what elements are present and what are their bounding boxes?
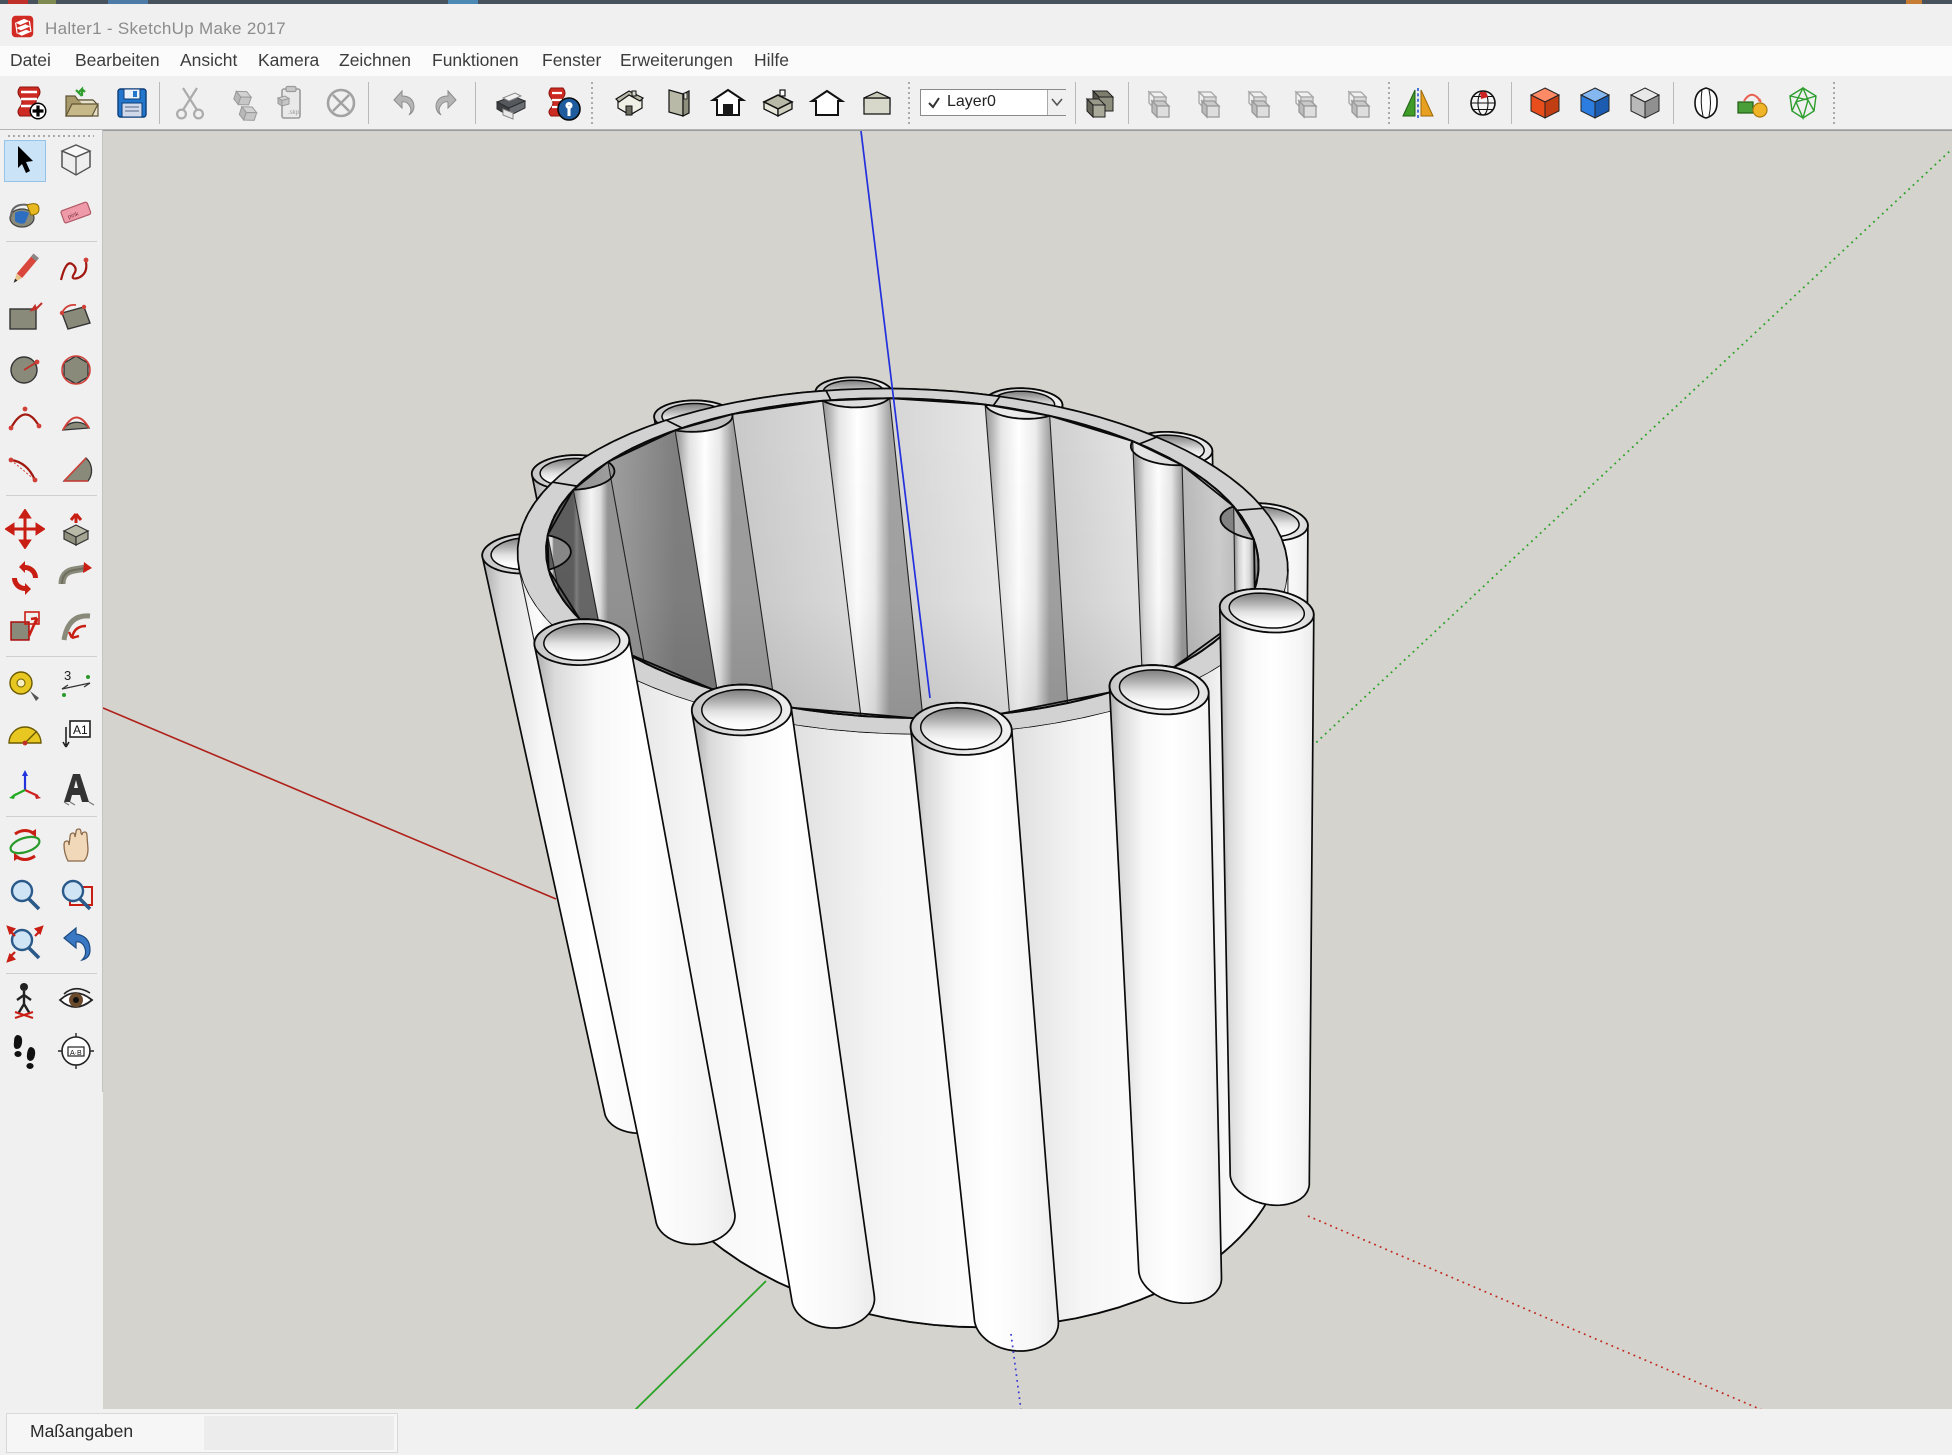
svg-text:3: 3 — [64, 668, 71, 683]
svg-text:A1: A1 — [73, 723, 88, 737]
svg-text:.skp: .skp — [288, 110, 300, 116]
svg-text:A·B: A·B — [70, 1050, 82, 1057]
